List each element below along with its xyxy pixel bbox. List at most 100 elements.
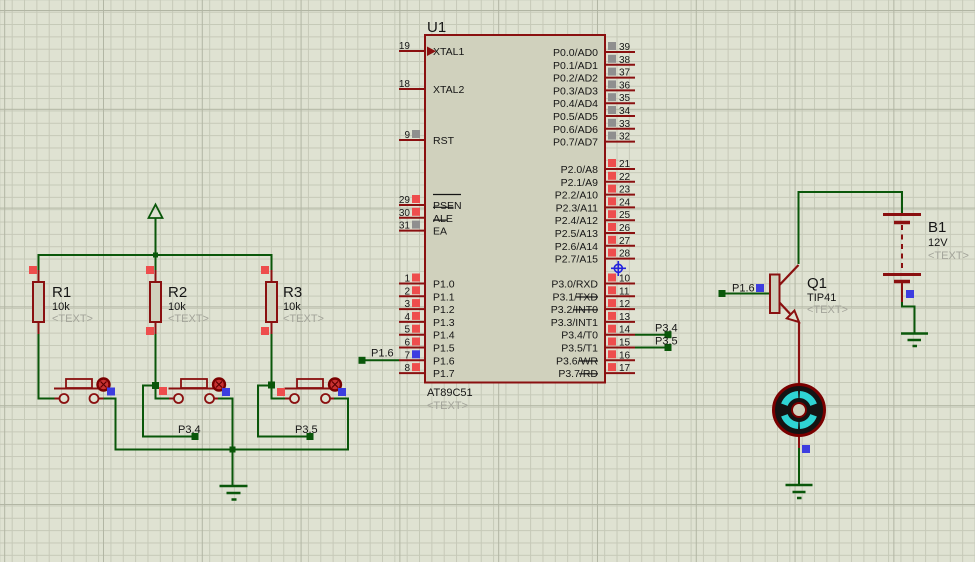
wire-r1-btn1[interactable] xyxy=(37,322,60,400)
motor-shaft xyxy=(791,402,807,418)
ground-left[interactable] xyxy=(219,484,248,501)
svg-text:EA: EA xyxy=(433,226,447,238)
resistor-ref: R2 xyxy=(168,284,187,301)
button-actuator[interactable] xyxy=(296,378,324,389)
ground-motor[interactable] xyxy=(785,483,813,500)
svg-text:P2.4/A12: P2.4/A12 xyxy=(555,215,598,227)
state-indicator-high xyxy=(277,388,285,396)
button-actuator[interactable] xyxy=(65,378,93,389)
button-contact xyxy=(289,393,300,404)
state-indicator-high xyxy=(159,387,167,395)
schematic-canvas[interactable]: R1 10k <TEXT> R2 10k <TEXT> R3 10k <TEXT… xyxy=(0,0,975,562)
svg-text:P2.0/A8: P2.0/A8 xyxy=(561,164,599,176)
svg-text:7: 7 xyxy=(404,350,410,361)
net-label-p34-ic[interactable]: P3.4 xyxy=(655,323,678,335)
transistor-q1[interactable]: Q1 TIP41 <TEXT> xyxy=(769,264,848,385)
transistor-ref: Q1 xyxy=(807,275,827,292)
svg-text:16: 16 xyxy=(619,350,631,361)
svg-text:34: 34 xyxy=(619,106,631,117)
battery-value: 12V xyxy=(928,237,948,249)
junction-dot xyxy=(152,382,159,389)
motor[interactable] xyxy=(772,383,826,449)
svg-text:11: 11 xyxy=(619,286,630,297)
svg-text:P3.4/T0: P3.4/T0 xyxy=(561,330,598,342)
svg-text:P2.6/A14: P2.6/A14 xyxy=(555,241,598,253)
svg-text:P1.6: P1.6 xyxy=(433,355,455,367)
resistor-r2[interactable]: R2 10k <TEXT> xyxy=(149,270,209,334)
svg-text:P1.0: P1.0 xyxy=(433,279,455,291)
svg-text:29: 29 xyxy=(399,195,411,206)
net-label-p34-bottom[interactable]: P3.4 xyxy=(178,424,201,436)
power-terminal[interactable] xyxy=(147,202,164,219)
svg-text:12: 12 xyxy=(619,299,631,310)
ground-icon xyxy=(219,484,248,501)
svg-text:23: 23 xyxy=(619,185,631,196)
battery-b1[interactable]: B1 12V <TEXT> xyxy=(883,213,969,303)
svg-text:10: 10 xyxy=(619,274,631,285)
battery-placeholder: <TEXT> xyxy=(928,250,969,262)
svg-text:P0.6/AD6: P0.6/AD6 xyxy=(553,124,598,136)
wire-battery-gnd[interactable] xyxy=(901,301,916,334)
svg-text:2: 2 xyxy=(404,286,410,297)
junction-dot xyxy=(229,446,236,453)
svg-text:27: 27 xyxy=(619,236,631,247)
net-terminal[interactable] xyxy=(358,356,366,364)
svg-text:8: 8 xyxy=(404,363,410,374)
svg-text:31: 31 xyxy=(399,221,411,232)
battery-ref: B1 xyxy=(928,219,946,236)
resistor-value: 10k xyxy=(283,301,301,313)
svg-text:ALE: ALE xyxy=(433,213,453,225)
resistor-ref: R1 xyxy=(52,284,71,301)
ground-battery[interactable] xyxy=(901,332,928,348)
junction-dot xyxy=(153,252,158,258)
wire-collector-battery[interactable] xyxy=(797,191,903,264)
svg-text:XTAL1: XTAL1 xyxy=(433,46,464,58)
resistor-body[interactable] xyxy=(149,281,162,323)
svg-text:26: 26 xyxy=(619,223,631,234)
svg-text:39: 39 xyxy=(619,42,631,53)
state-indicator-low xyxy=(802,445,810,453)
state-indicator-low xyxy=(222,388,230,396)
button-contact xyxy=(320,393,331,404)
svg-text:33: 33 xyxy=(619,119,631,130)
svg-text:P2.5/A13: P2.5/A13 xyxy=(555,228,598,240)
button-contact xyxy=(88,393,100,404)
ic-u1[interactable]: U1 AT89C51 <TEXT> 19 XTAL1 18 XTAL2 9 RST 2… xyxy=(399,19,635,412)
net-label-p16-ic[interactable]: P1.6 xyxy=(371,347,394,359)
state-indicator-high xyxy=(146,266,154,274)
state-indicator-low xyxy=(107,387,115,396)
state-indicator-high xyxy=(146,327,154,335)
resistor-r3[interactable]: R3 10k <TEXT> xyxy=(265,270,324,334)
net-label-p35-bottom[interactable]: P3.5 xyxy=(295,424,318,436)
net-terminal[interactable] xyxy=(718,290,726,297)
button-contact xyxy=(58,393,70,404)
push-button-2[interactable] xyxy=(168,377,227,404)
svg-text:32: 32 xyxy=(619,132,631,143)
svg-text:P1.1: P1.1 xyxy=(433,291,455,303)
resistor-body[interactable] xyxy=(32,281,45,323)
push-button-1[interactable] xyxy=(54,377,111,404)
push-button-3[interactable] xyxy=(284,377,343,404)
svg-text:13: 13 xyxy=(619,312,631,323)
net-label-p16-q1[interactable]: P1.6 xyxy=(732,283,755,295)
svg-text:P0.0/AD0: P0.0/AD0 xyxy=(553,47,598,59)
svg-text:PSEN: PSEN xyxy=(433,200,462,212)
transistor-base-bar[interactable] xyxy=(769,273,781,314)
transistor-part: TIP41 xyxy=(807,292,836,304)
resistor-placeholder: <TEXT> xyxy=(283,313,324,325)
svg-text:P3.2/INT0: P3.2/INT0 xyxy=(551,304,598,316)
svg-text:P1.7: P1.7 xyxy=(433,368,455,380)
svg-text:P1.5: P1.5 xyxy=(433,343,455,355)
svg-text:RST: RST xyxy=(433,135,455,147)
svg-text:P0.4/AD4: P0.4/AD4 xyxy=(553,98,598,110)
button-actuator[interactable] xyxy=(180,378,208,389)
transistor-collector xyxy=(778,264,800,286)
wire-btn2-gnd[interactable] xyxy=(214,397,234,486)
net-label-p35-ic[interactable]: P3.5 xyxy=(655,336,678,348)
ic-placeholder: <TEXT> xyxy=(427,400,468,412)
svg-text:18: 18 xyxy=(399,79,411,90)
svg-text:14: 14 xyxy=(619,325,631,336)
resistor-r1[interactable]: R1 10k <TEXT> xyxy=(32,270,93,334)
resistor-body[interactable] xyxy=(265,281,278,323)
svg-text:P1.2: P1.2 xyxy=(433,304,455,316)
